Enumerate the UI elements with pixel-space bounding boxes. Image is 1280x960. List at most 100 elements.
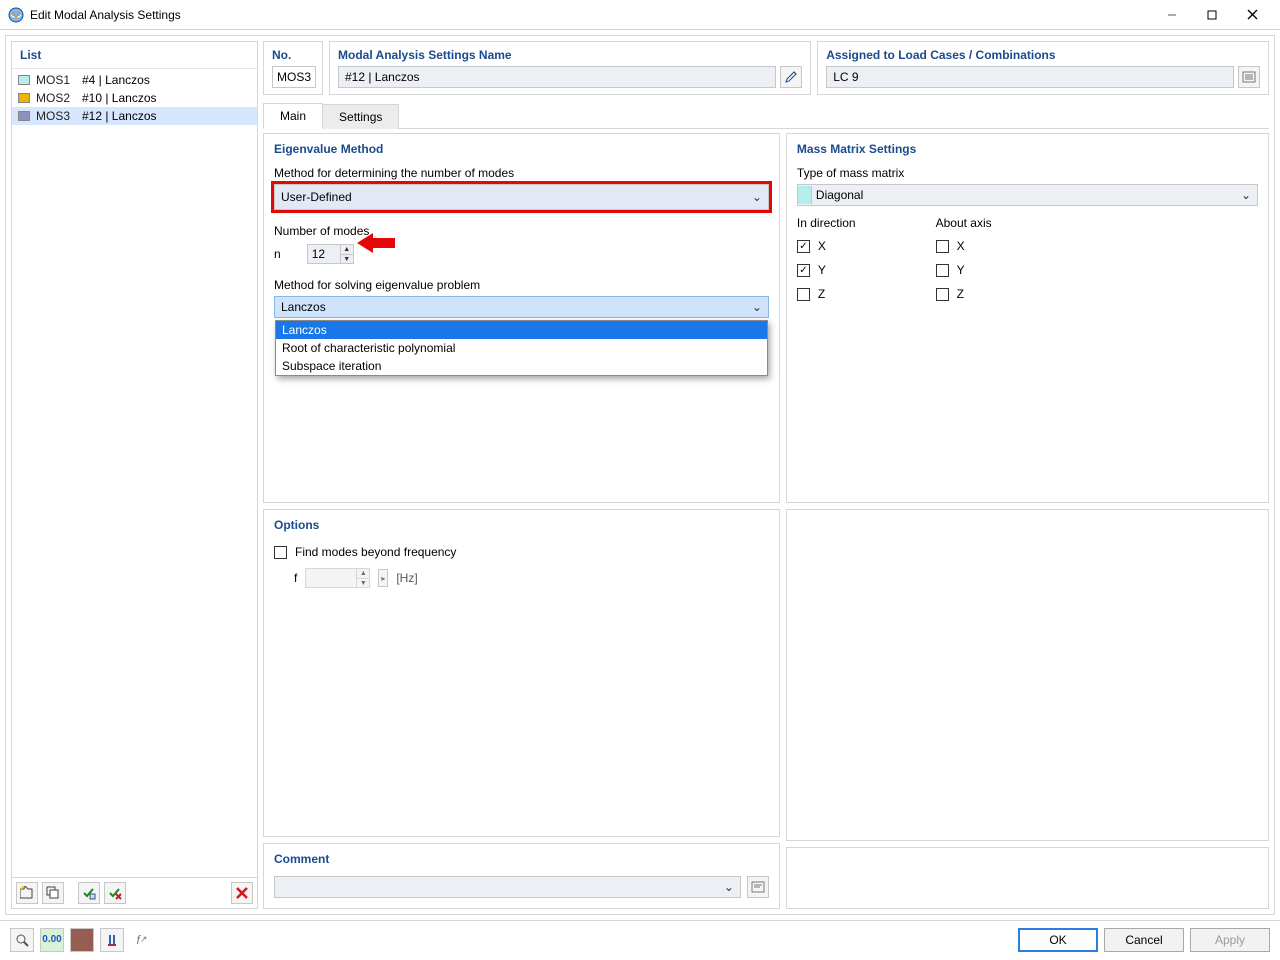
mass-direction-column: In direction ✓ X ✓ Y Z (797, 216, 856, 308)
check-include-button[interactable] (78, 882, 100, 904)
name-label: Modal Analysis Settings Name (338, 48, 802, 62)
dialog-footer: 0.00 f↗ OK Cancel Apply (0, 920, 1280, 958)
ok-button[interactable]: OK (1018, 928, 1098, 952)
axis-z-checkbox[interactable] (936, 288, 949, 301)
dir-z-checkbox[interactable] (797, 288, 810, 301)
bar-model-icon (105, 933, 119, 947)
eigenvalue-group-title: Eigenvalue Method (274, 142, 769, 156)
close-button[interactable] (1232, 1, 1272, 29)
workarea: List MOS1 #4 | Lanczos MOS2 #10 | Lanczo… (5, 35, 1275, 915)
chevron-down-icon: ⌄ (1241, 188, 1251, 202)
new-item-button[interactable] (16, 882, 38, 904)
dir-y-checkbox[interactable]: ✓ (797, 264, 810, 277)
chevron-down-icon: ⌄ (752, 190, 762, 204)
comment-right-panel (786, 847, 1269, 909)
comment-group: Comment ⌄ (263, 843, 780, 909)
spinner-down[interactable]: ▼ (357, 578, 369, 587)
tab-main[interactable]: Main (263, 103, 323, 129)
dir-x-label: X (818, 239, 826, 253)
spinner-down[interactable]: ▼ (341, 254, 353, 263)
tabs: Main Settings (263, 103, 1269, 129)
delete-item-button[interactable] (231, 882, 253, 904)
dir-z-label: Z (818, 287, 825, 301)
freq-symbol: f (294, 571, 297, 585)
options-group: Options Find modes beyond frequency f ▲ … (263, 509, 780, 837)
assigned-details-button[interactable] (1238, 66, 1260, 88)
spinner-up[interactable]: ▲ (357, 569, 369, 578)
num-modes-input[interactable] (308, 245, 340, 263)
num-modes-spinner[interactable]: ▲ ▼ (307, 244, 354, 264)
color-button[interactable] (70, 928, 94, 952)
dir-x-checkbox[interactable]: ✓ (797, 240, 810, 253)
window-titlebar: Edit Modal Analysis Settings (0, 0, 1280, 30)
list-item-code: MOS2 (36, 91, 76, 105)
comment-combo[interactable]: ⌄ (274, 876, 741, 898)
list-item[interactable]: MOS1 #4 | Lanczos (12, 71, 257, 89)
cancel-button[interactable]: Cancel (1104, 928, 1184, 952)
maximize-button[interactable] (1192, 1, 1232, 29)
dir-y-label: Y (818, 263, 826, 277)
name-input[interactable] (338, 66, 776, 88)
mass-type-color (798, 186, 812, 204)
units-icon: 0.00 (42, 934, 61, 945)
copy-item-button[interactable] (42, 882, 64, 904)
eigenvalue-method-group: Eigenvalue Method Method for determining… (263, 133, 780, 503)
list-pane: List MOS1 #4 | Lanczos MOS2 #10 | Lanczo… (11, 41, 258, 909)
list-item-label: #4 | Lanczos (82, 73, 150, 87)
axis-x-checkbox[interactable] (936, 240, 949, 253)
comment-library-button[interactable] (747, 876, 769, 898)
find-modes-label: Find modes beyond frequency (295, 545, 456, 559)
no-input[interactable] (272, 66, 316, 88)
method-value: User-Defined (281, 190, 352, 204)
solve-option[interactable]: Subspace iteration (276, 357, 767, 375)
axis-x-label: X (957, 239, 965, 253)
mass-group-title: Mass Matrix Settings (797, 142, 1258, 156)
method-combo[interactable]: User-Defined ⌄ (274, 184, 769, 210)
check-exclude-button[interactable] (104, 882, 126, 904)
list-color-swatch (18, 75, 30, 85)
find-modes-checkbox[interactable] (274, 546, 287, 559)
list-item-label: #10 | Lanczos (82, 91, 157, 105)
notes-icon (751, 881, 765, 893)
assigned-input[interactable] (826, 66, 1234, 88)
tab-settings[interactable]: Settings (322, 104, 399, 129)
solve-option[interactable]: Root of characteristic polynomial (276, 339, 767, 357)
mass-empty-panel (786, 509, 1269, 841)
list-item[interactable]: MOS3 #12 | Lanczos (12, 107, 257, 125)
chevron-down-icon: ⌄ (724, 880, 734, 894)
mass-axis-column: About axis X Y Z (936, 216, 992, 308)
assigned-field-block: Assigned to Load Cases / Combinations (817, 41, 1269, 95)
edit-name-button[interactable] (780, 66, 802, 88)
list-header: List (12, 42, 257, 69)
app-icon (8, 7, 24, 23)
mass-type-combo[interactable]: Diagonal ⌄ (797, 184, 1258, 206)
spinner-up[interactable]: ▲ (341, 245, 353, 254)
freq-spinner[interactable]: ▲ ▼ (305, 568, 370, 588)
model-show-button[interactable] (100, 928, 124, 952)
freq-input[interactable] (306, 569, 356, 587)
assigned-label: Assigned to Load Cases / Combinations (826, 48, 1260, 62)
axis-y-checkbox[interactable] (936, 264, 949, 277)
method-label: Method for determining the number of mod… (274, 166, 769, 180)
list-item[interactable]: MOS2 #10 | Lanczos (12, 89, 257, 107)
direction-heading: In direction (797, 216, 856, 230)
solve-value: Lanczos (281, 300, 326, 314)
solve-dropdown: Lanczos Root of characteristic polynomia… (275, 320, 768, 376)
solve-option[interactable]: Lanczos (276, 321, 767, 339)
apply-button[interactable]: Apply (1190, 928, 1270, 952)
help-button[interactable] (10, 928, 34, 952)
units-button[interactable]: 0.00 (40, 928, 64, 952)
list-color-swatch (18, 93, 30, 103)
mass-type-value: Diagonal (816, 188, 863, 202)
name-field-block: Modal Analysis Settings Name (329, 41, 811, 95)
no-label: No. (272, 48, 314, 62)
function-button[interactable]: f↗ (130, 928, 154, 952)
minimize-button[interactable] (1152, 1, 1192, 29)
num-modes-label: Number of modes (274, 224, 769, 238)
top-fields: No. Modal Analysis Settings Name Assigne… (263, 41, 1269, 95)
solve-combo[interactable]: Lanczos ⌄ Lanczos Root of characteristic… (274, 296, 769, 318)
freq-picker-button[interactable]: ▸ (378, 569, 388, 587)
chevron-down-icon: ⌄ (752, 300, 762, 314)
window-title: Edit Modal Analysis Settings (30, 8, 1152, 22)
pencil-icon (784, 70, 798, 84)
